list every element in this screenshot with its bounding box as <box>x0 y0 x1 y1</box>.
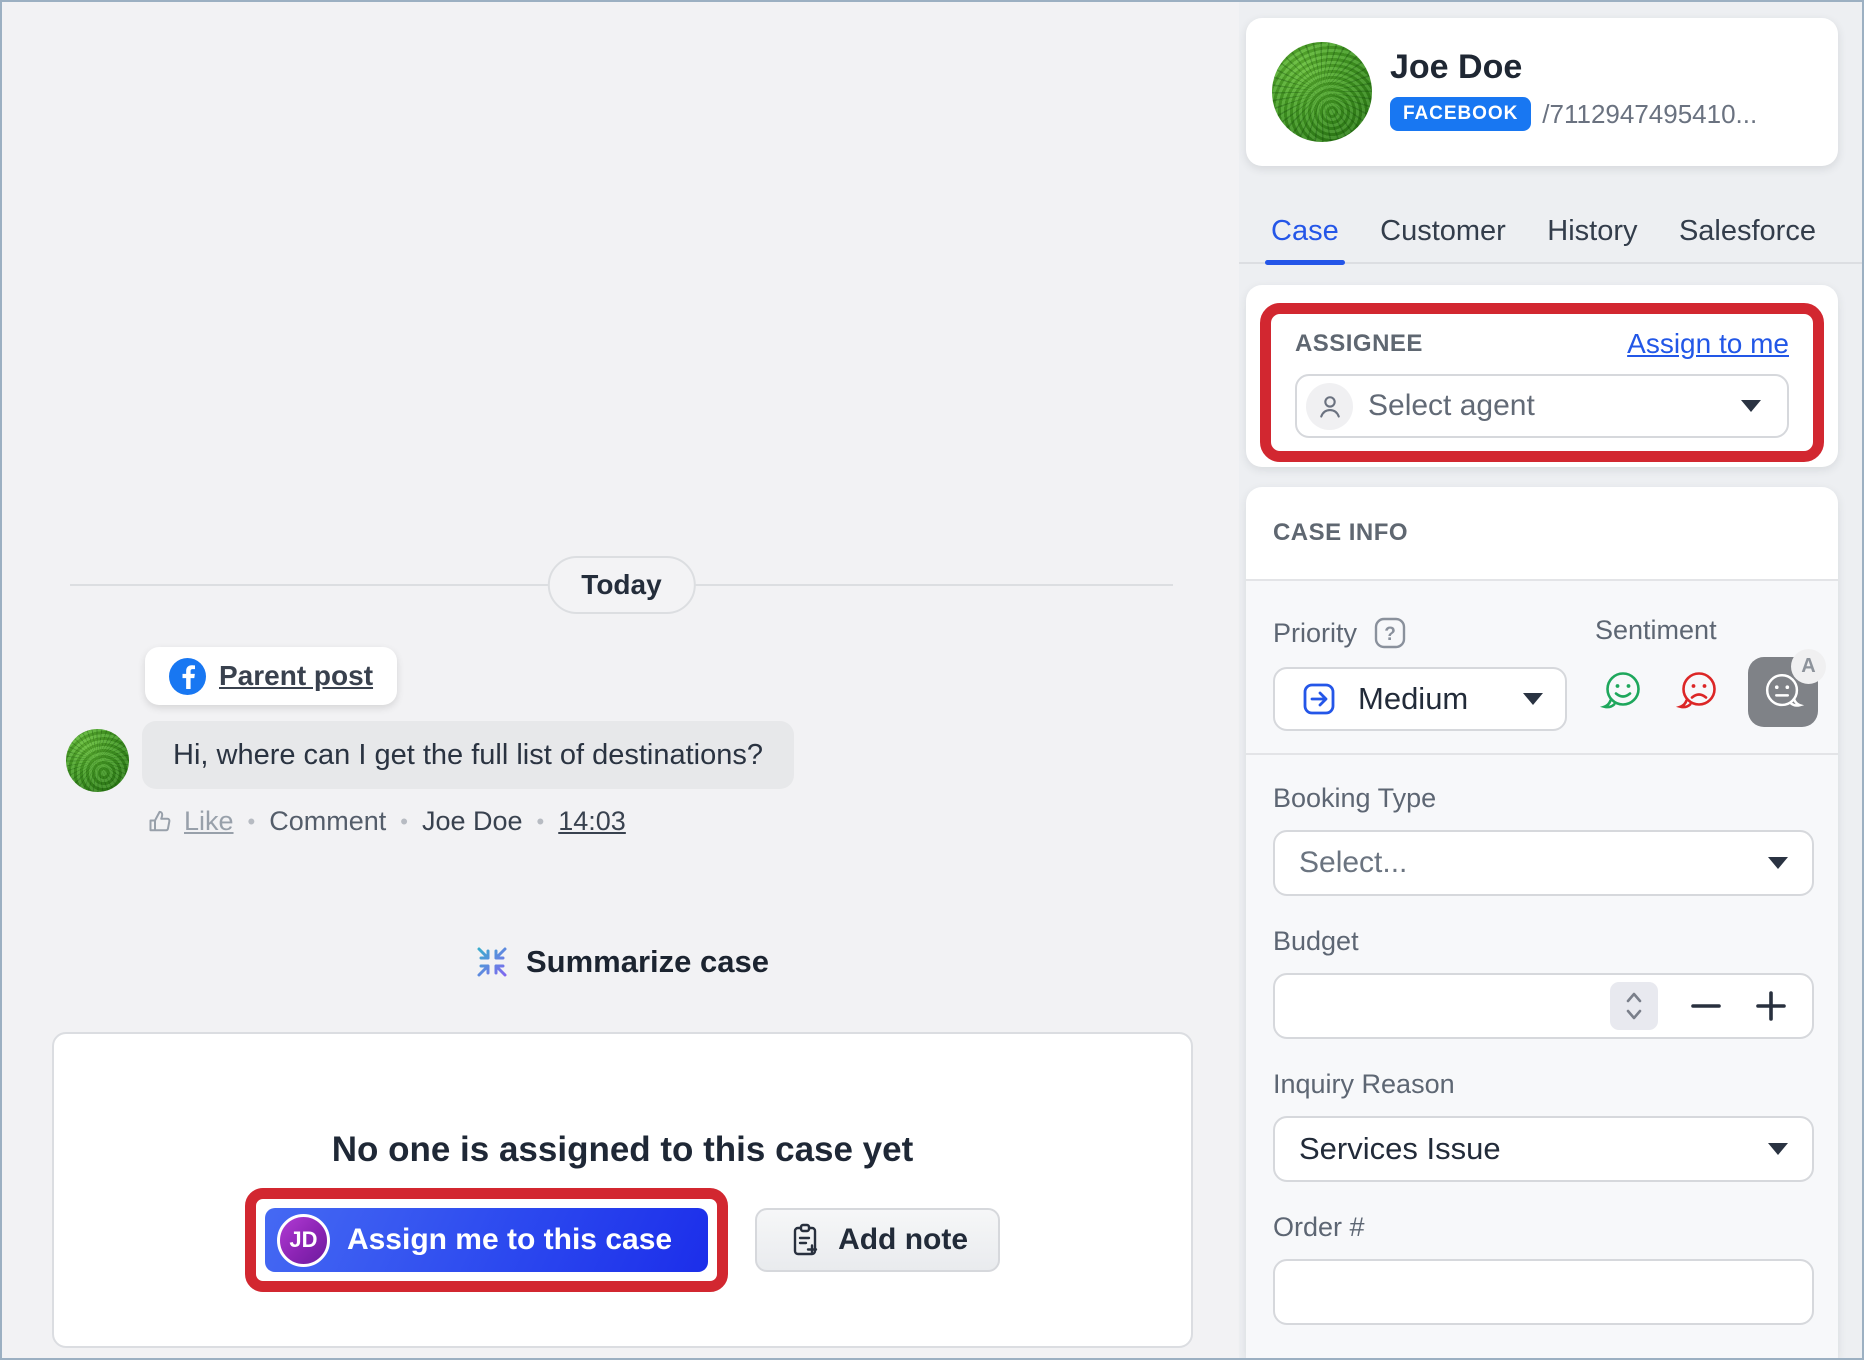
assign-me-label: Assign me to this case <box>347 1223 672 1257</box>
customer-meta: FACEBOOK /7112947495410... <box>1390 97 1757 131</box>
customer-profile-card: Joe Doe FACEBOOK /7112947495410... <box>1246 18 1838 166</box>
message-bubble: Hi, where can I get the full list of des… <box>142 721 794 789</box>
booking-type-placeholder: Select... <box>1299 846 1768 880</box>
sentiment-label: Sentiment <box>1595 615 1717 645</box>
message-timestamp[interactable]: 14:03 <box>558 806 626 837</box>
inquiry-reason-label: Inquiry Reason <box>1273 1069 1455 1099</box>
date-pill: Today <box>547 556 695 614</box>
minus-icon <box>1689 989 1723 1023</box>
person-icon <box>1316 392 1344 420</box>
highlight-ring-assign-button: JD Assign me to this case <box>245 1188 728 1292</box>
inquiry-reason-dropdown[interactable]: Services Issue <box>1273 1116 1814 1182</box>
active-tab-underline <box>1265 260 1345 265</box>
summarize-case-button[interactable]: Summarize case <box>70 944 1173 980</box>
separator-dot: • <box>248 809 256 835</box>
priority-label: Priority <box>1273 618 1357 649</box>
message-actions: Like • Comment • Joe Doe • 14:03 <box>147 806 626 837</box>
date-pill-label: Today <box>581 569 661 601</box>
conversation-pane: Today Parent post Hi, where can I get th… <box>2 2 1239 1358</box>
empty-state-title: No one is assigned to this case yet <box>54 1130 1191 1170</box>
panel-tabs: Case Customer History Salesforce <box>1239 200 1864 264</box>
date-divider: Today <box>70 556 1173 614</box>
assignment-empty-state: No one is assigned to this case yet JD A… <box>52 1032 1193 1348</box>
sentiment-positive-button[interactable] <box>1598 668 1646 716</box>
ai-summarize-icon <box>474 944 510 980</box>
booking-type-dropdown[interactable]: Select... <box>1273 830 1814 896</box>
agent-avatar: JD <box>277 1214 330 1267</box>
svg-text:?: ? <box>1384 624 1396 645</box>
budget-stepper[interactable] <box>1610 982 1658 1030</box>
auto-sentiment-badge: A <box>1791 649 1826 684</box>
customer-name: Joe Doe <box>1390 48 1522 87</box>
budget-field: Budget <box>1273 926 1814 1039</box>
booking-type-field: Booking Type Select... <box>1273 783 1814 896</box>
tab-customer[interactable]: Customer <box>1378 215 1508 248</box>
tab-case[interactable]: Case <box>1269 215 1341 248</box>
agent-placeholder-avatar <box>1306 383 1353 430</box>
separator-dot: • <box>400 809 408 835</box>
parent-post-button[interactable]: Parent post <box>145 647 397 705</box>
select-agent-dropdown[interactable]: Select agent <box>1295 374 1789 438</box>
tab-salesforce[interactable]: Salesforce <box>1677 215 1818 248</box>
message-text: Hi, where can I get the full list of des… <box>173 739 763 772</box>
priority-medium-icon <box>1297 677 1341 721</box>
order-number-field: Order # <box>1273 1212 1814 1325</box>
sentiment-negative-button[interactable] <box>1674 668 1722 716</box>
empty-state-actions: JD Assign me to this case Add note <box>54 1188 1191 1292</box>
note-plus-icon <box>787 1221 823 1259</box>
chevron-down-icon <box>1768 857 1788 869</box>
inquiry-reason-field: Inquiry Reason Services Issue <box>1273 1069 1814 1182</box>
summarize-case-label: Summarize case <box>526 944 769 980</box>
app-window: Today Parent post Hi, where can I get th… <box>0 0 1864 1360</box>
tab-history[interactable]: History <box>1545 215 1639 248</box>
parent-post-label: Parent post <box>219 660 373 692</box>
case-info-card: CASE INFO Priority ? <box>1246 487 1838 1358</box>
inquiry-reason-value: Services Issue <box>1299 1131 1768 1167</box>
like-label: Like <box>184 806 234 837</box>
case-info-section-label: CASE INFO <box>1273 519 1408 547</box>
separator-dot: • <box>537 809 545 835</box>
comment-button[interactable]: Comment <box>269 806 386 837</box>
facebook-icon <box>169 658 206 695</box>
plus-icon <box>1754 989 1788 1023</box>
chevron-down-icon <box>1523 693 1543 705</box>
budget-input[interactable] <box>1273 973 1814 1039</box>
sentiment-neutral-auto-button[interactable]: A <box>1748 657 1818 727</box>
order-number-input[interactable] <box>1299 1261 1788 1323</box>
order-number-label: Order # <box>1273 1212 1365 1242</box>
assignee-card: ASSIGNEE Assign to me Select agent <box>1246 285 1838 467</box>
happy-face-icon <box>1598 668 1646 716</box>
budget-increment-button[interactable] <box>1754 989 1788 1023</box>
add-note-button[interactable]: Add note <box>755 1208 1000 1272</box>
profile-avatar <box>1272 42 1372 142</box>
order-number-input-box <box>1273 1259 1814 1325</box>
assign-to-me-link[interactable]: Assign to me <box>1627 328 1789 360</box>
customer-handle: /7112947495410... <box>1542 99 1757 130</box>
chevron-down-icon <box>1741 400 1761 412</box>
add-note-label: Add note <box>838 1223 968 1257</box>
tab-case-label: Case <box>1271 215 1339 247</box>
message-author: Joe Doe <box>422 806 523 837</box>
help-icon[interactable]: ? <box>1372 615 1408 651</box>
highlight-ring-assignee: ASSIGNEE Assign to me Select agent <box>1260 303 1824 462</box>
sad-face-icon <box>1674 668 1722 716</box>
facebook-channel-badge: FACEBOOK <box>1390 97 1531 131</box>
priority-sentiment-row: Priority ? Medium <box>1246 581 1838 753</box>
priority-value: Medium <box>1358 681 1523 717</box>
stepper-chevrons-icon <box>1622 989 1646 1023</box>
customer-avatar <box>66 729 129 792</box>
case-fields: Booking Type Select... Budget <box>1246 755 1838 1325</box>
budget-label: Budget <box>1273 926 1359 956</box>
assign-me-button[interactable]: JD Assign me to this case <box>265 1208 708 1272</box>
select-agent-placeholder: Select agent <box>1368 389 1741 423</box>
chevron-down-icon <box>1768 1143 1788 1155</box>
budget-decrement-button[interactable] <box>1689 989 1723 1023</box>
like-button[interactable]: Like <box>147 806 234 837</box>
assignee-section-label: ASSIGNEE <box>1295 330 1423 358</box>
priority-dropdown[interactable]: Medium <box>1273 667 1567 731</box>
booking-type-label: Booking Type <box>1273 783 1436 813</box>
thumbs-up-icon <box>147 808 175 836</box>
case-details-panel: Joe Doe FACEBOOK /7112947495410... Case … <box>1239 2 1864 1358</box>
